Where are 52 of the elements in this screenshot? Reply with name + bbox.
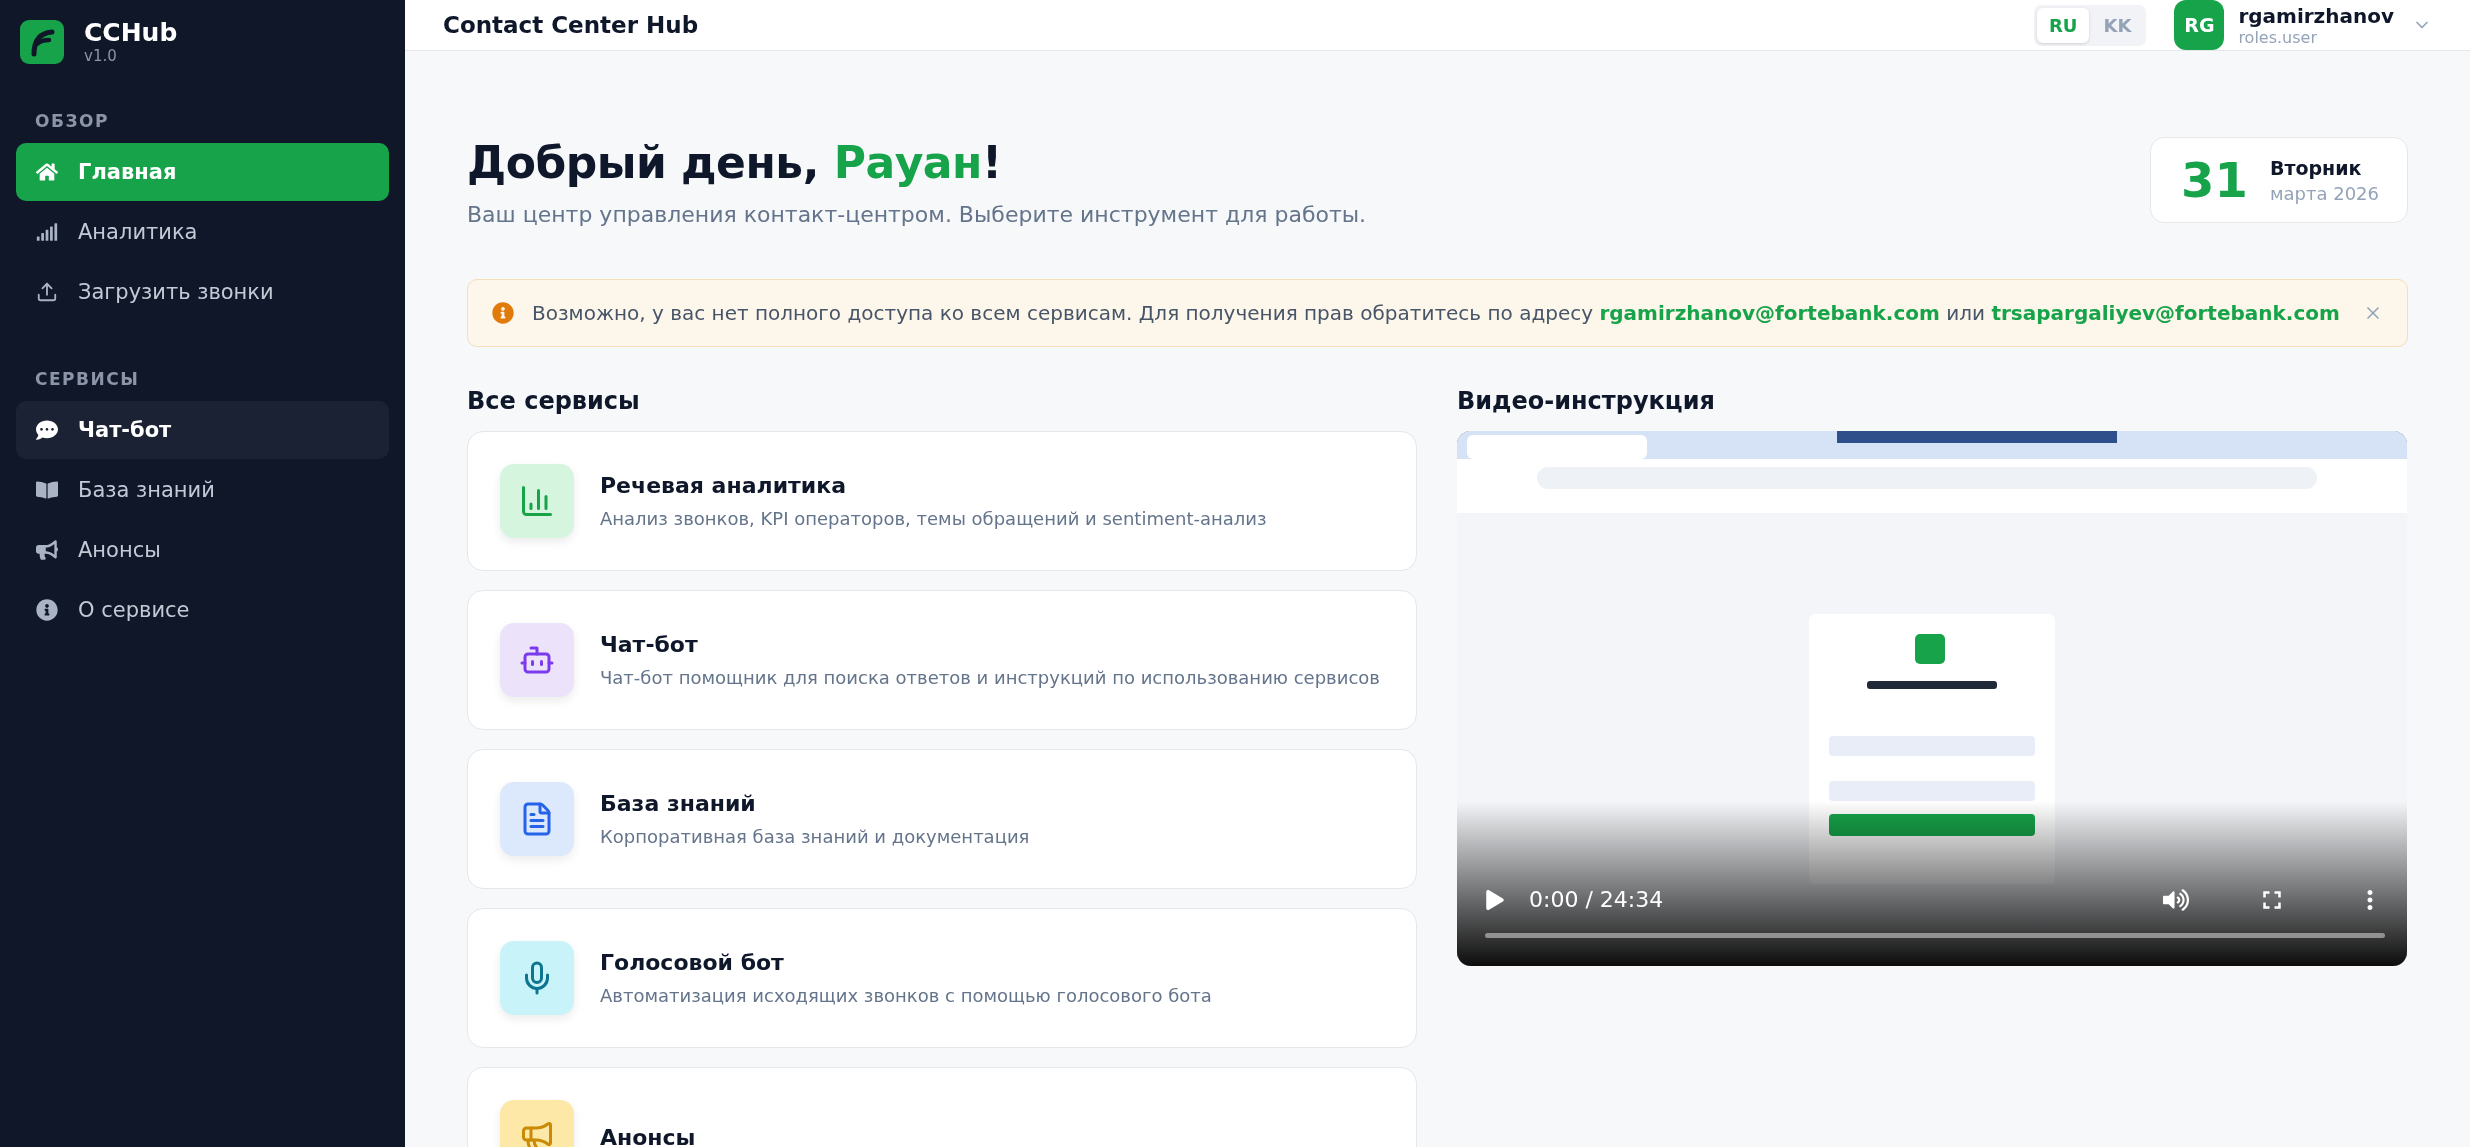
book-icon bbox=[36, 479, 58, 501]
date-day: 31 bbox=[2181, 152, 2248, 208]
service-card[interactable]: База знаний Корпоративная база знаний и документация bbox=[467, 749, 1417, 889]
service-description: Чат-бот помощник для поиска ответов и инструкций по использованию сервисов bbox=[600, 667, 1380, 688]
logo-icon bbox=[20, 19, 64, 64]
service-title: Чат-бот bbox=[600, 632, 699, 657]
service-card[interactable]: Чат-бот Чат-бот помощник для поиска ответов и инструкций по использованию сервисов bbox=[467, 590, 1417, 730]
info-icon bbox=[36, 599, 58, 621]
sidebar-item[interactable]: Загрузить звонки bbox=[16, 263, 389, 321]
user-role: roles.user bbox=[2238, 27, 2318, 47]
service-description: Автоматизация исходящих звонков с помощью голосового бота bbox=[600, 985, 1212, 1006]
service-title: База знаний bbox=[600, 791, 757, 816]
service-card[interactable]: Речевая аналитика Анализ звонков, KPI операторов, темы обращений и sentiment-анализ bbox=[467, 431, 1417, 571]
date-weekday: Вторник bbox=[2269, 156, 2363, 179]
service-card[interactable]: Анонсы bbox=[467, 1067, 1417, 1147]
greeting-heading: Добрый день, Рауан! bbox=[467, 137, 1003, 188]
section-title: Все сервисы bbox=[467, 387, 641, 415]
upload-icon bbox=[36, 281, 58, 303]
video-time: 0:00 / 24:34 bbox=[1529, 887, 1665, 912]
user-avatar: RG bbox=[2174, 0, 2225, 50]
sidebar-item[interactable]: Аналитика bbox=[16, 203, 389, 261]
app-name: CCHub bbox=[84, 18, 178, 47]
service-description: Корпоративная база знаний и документация bbox=[600, 826, 1030, 847]
sidebar-item[interactable]: База знаний bbox=[16, 461, 389, 519]
section-heading: ОБЗОР bbox=[34, 111, 110, 131]
service-title: Анонсы bbox=[600, 1124, 696, 1147]
section-title: Видео-инструкция bbox=[1457, 387, 1716, 415]
alert-message: Возможно, у вас нет полного доступа ко всем сервисам. Для получения прав обратитесь по адресу rgamirzhanov@fortebank.com или trsapargaliyev@fortebank.com bbox=[532, 301, 2341, 325]
date-month-year: марта 2026 bbox=[2269, 182, 2379, 204]
sidebar-item[interactable]: Анонсы bbox=[16, 521, 389, 579]
service-title: Речевая аналитика bbox=[600, 473, 847, 498]
play-icon[interactable] bbox=[1485, 889, 1505, 910]
home-icon bbox=[36, 161, 58, 183]
megaphone-icon bbox=[36, 539, 58, 561]
volume-icon[interactable] bbox=[2163, 886, 2189, 913]
video-player[interactable]: 0:00 / 24:34 bbox=[1457, 431, 2407, 966]
greeting-subtitle: Ваш центр управления контакт-центром. Выберите инструмент для работы. bbox=[467, 202, 1367, 227]
info-icon bbox=[492, 302, 514, 324]
megaphone-icon bbox=[519, 1119, 555, 1147]
service-card[interactable]: Голосовой бот Автоматизация исходящих звонков с помощью голосового бота bbox=[467, 908, 1417, 1048]
service-title: Голосовой бот bbox=[600, 950, 785, 975]
user-name: rgamirzhanov bbox=[2238, 3, 2394, 28]
sidebar-item[interactable]: Чат-бот bbox=[16, 401, 389, 459]
bar-chart-icon bbox=[519, 483, 555, 519]
service-description: Анализ звонков, KPI операторов, темы обращений и sentiment-анализ bbox=[600, 508, 1267, 529]
sidebar-item[interactable]: О сервисе bbox=[16, 581, 389, 639]
chat-bubble-icon bbox=[36, 419, 58, 441]
page-title: Contact Center Hub bbox=[443, 12, 700, 38]
app-version: v1.0 bbox=[84, 47, 118, 65]
progress-track[interactable] bbox=[1485, 932, 2385, 938]
bar-chart-icon bbox=[36, 221, 58, 243]
section-heading: СЕРВИСЫ bbox=[34, 369, 141, 389]
